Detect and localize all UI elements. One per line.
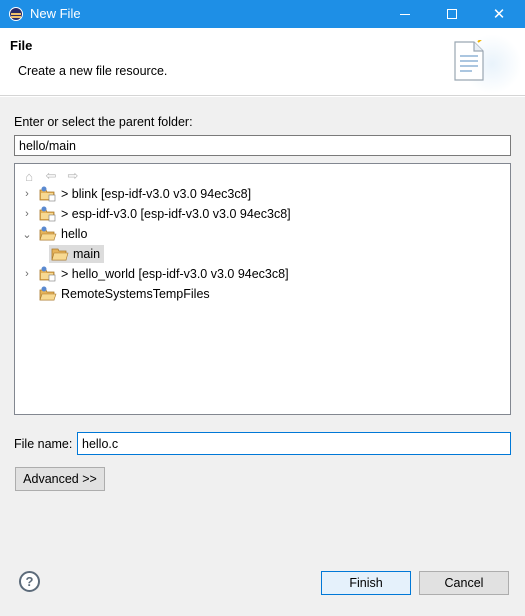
tree-item-hello[interactable]: ⌄ hello (21, 225, 87, 243)
git-project-icon (39, 206, 56, 222)
back-icon[interactable]: ⇦ (43, 168, 59, 184)
home-icon[interactable]: ⌂ (21, 168, 37, 184)
git-project-icon (39, 186, 56, 202)
tree-item-label: > blink [esp-idf-v3.0 v3.0 94ec3c8] (61, 187, 252, 201)
project-folder-icon (39, 226, 57, 241)
dialog-body: Enter or select the parent folder: ⌂ ⇦ ⇨… (0, 97, 525, 616)
window-title: New File (30, 6, 81, 21)
maximize-icon (447, 9, 457, 19)
tree-item-label: > hello_world [esp-idf-v3.0 v3.0 94ec3c8… (61, 267, 289, 281)
parent-folder-label: Enter or select the parent folder: (14, 115, 193, 129)
parent-folder-input[interactable] (14, 135, 511, 156)
tree-item-label: hello (61, 227, 88, 241)
finish-button[interactable]: Finish (321, 571, 411, 595)
expand-chevron-icon[interactable]: › (21, 188, 33, 200)
eclipse-app-icon (9, 7, 23, 21)
file-name-input[interactable] (77, 432, 511, 455)
tree-item-hello-world[interactable]: › > hello_world [esp-idf-v3.0 v3.0 94ec3… (21, 265, 289, 283)
open-folder-icon (51, 248, 69, 261)
help-icon[interactable]: ? (19, 571, 40, 592)
wizard-header: File Create a new file resource. (0, 28, 525, 96)
tree-toolbar: ⌂ ⇦ ⇨ (21, 168, 81, 184)
expand-chevron-icon[interactable]: › (21, 208, 33, 220)
forward-icon[interactable]: ⇨ (65, 168, 81, 184)
tree-item-main[interactable]: main (37, 245, 105, 263)
expand-chevron-icon[interactable]: › (21, 268, 33, 280)
folder-tree[interactable]: ⌂ ⇦ ⇨ › > blink [esp-idf-v3.0 v3.0 94ec3… (14, 163, 511, 415)
cancel-button[interactable]: Cancel (419, 571, 509, 595)
tree-item-label: main (73, 247, 101, 261)
title-bar: New File ✕ (0, 0, 525, 28)
tree-item-blink[interactable]: › > blink [esp-idf-v3.0 v3.0 94ec3c8] (21, 185, 251, 203)
git-project-icon (39, 266, 56, 282)
new-file-wizard-icon (454, 40, 484, 81)
close-button[interactable]: ✕ (476, 0, 522, 28)
tree-item-esp-idf[interactable]: › > esp-idf-v3.0 [esp-idf-v3.0 v3.0 94ec… (21, 205, 291, 223)
wizard-description: Create a new file resource. (18, 64, 168, 78)
project-folder-icon (39, 286, 57, 301)
collapse-chevron-icon[interactable]: ⌄ (21, 228, 33, 241)
file-name-label: File name: (14, 437, 73, 451)
maximize-button[interactable] (429, 0, 475, 28)
selection-highlight: main (49, 245, 105, 263)
tree-item-label: RemoteSystemsTempFiles (61, 287, 210, 301)
close-icon: ✕ (492, 5, 506, 23)
advanced-button[interactable]: Advanced >> (15, 467, 105, 491)
minimize-button[interactable] (382, 0, 428, 28)
wizard-title: File (10, 38, 33, 53)
minimize-icon (400, 13, 410, 15)
tree-item-remote-systems[interactable]: RemoteSystemsTempFiles (21, 285, 210, 303)
tree-item-label: > esp-idf-v3.0 [esp-idf-v3.0 v3.0 94ec3c… (61, 207, 291, 221)
